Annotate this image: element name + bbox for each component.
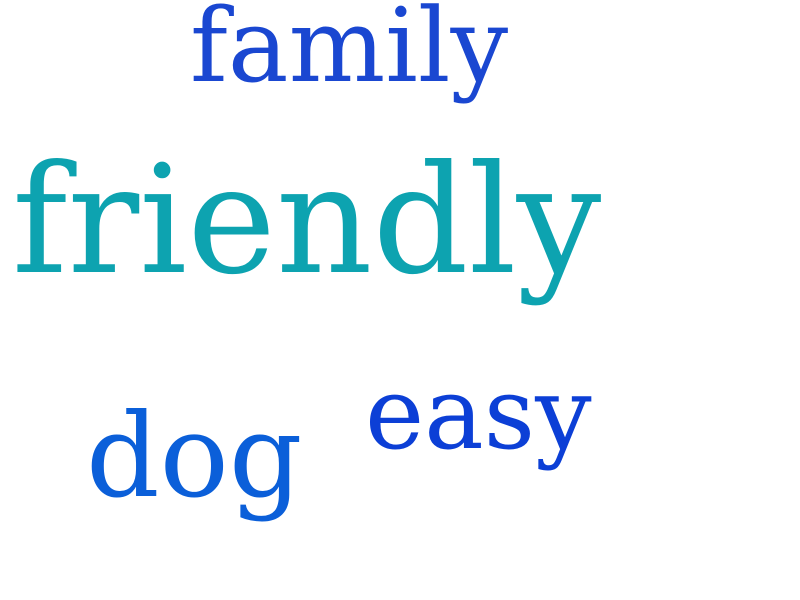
- word-easy: easy: [365, 355, 592, 472]
- word-friendly: friendly: [12, 134, 602, 308]
- word-dog: dog: [86, 390, 303, 524]
- word-family: family: [190, 0, 509, 106]
- word-cloud: family friendly easy dog: [0, 0, 800, 600]
